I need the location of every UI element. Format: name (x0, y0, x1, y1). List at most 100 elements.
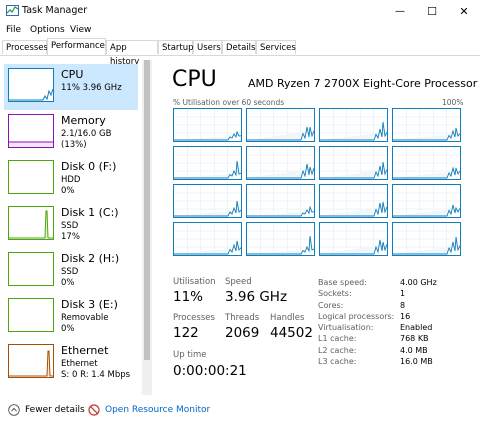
resource-monitor-label: Open Resource Monitor (105, 405, 211, 415)
spec-label: Sockets: (318, 289, 352, 299)
handles-label: Handles (270, 313, 305, 323)
disk-thumbnail-graph (8, 298, 54, 332)
core-graph (392, 108, 461, 142)
minimize-button[interactable]: — (384, 0, 416, 22)
page-title: CPU (172, 67, 217, 92)
footer-bar: Fewer details Open Resource Monitor (0, 398, 480, 426)
window-title: Task Manager (22, 5, 88, 16)
open-resource-monitor-link[interactable]: Open Resource Monitor (88, 404, 210, 416)
tab-users[interactable]: Users (193, 40, 222, 54)
sidebar-item-title: CPU (61, 68, 84, 81)
title-bar: Task Manager — ☐ ✕ (0, 0, 480, 22)
sidebar-item-disk-0[interactable]: Disk 0 (F:) HDD 0% (4, 156, 138, 202)
spec-label: Cores: (318, 300, 344, 310)
threads-label: Threads (225, 313, 260, 323)
spec-value: 1 (400, 289, 406, 299)
tab-bar: Processes Performance App history Startu… (0, 38, 480, 67)
memory-thumbnail-graph (8, 114, 54, 148)
fewer-details-button[interactable]: Fewer details (8, 404, 85, 416)
task-manager-icon (6, 5, 19, 16)
menu-file[interactable]: File (6, 25, 21, 35)
cpu-detail-panel: CPU AMD Ryzen 7 2700X Eight-Core Process… (158, 60, 480, 395)
uptime-label: Up time (173, 350, 207, 360)
sidebar-item-subtitle: Removable 0% (61, 313, 109, 334)
spec-labels: Base speed: Sockets: Cores: Logical proc… (318, 277, 394, 367)
spec-label: L1 cache: (318, 334, 357, 344)
core-graph (246, 222, 315, 256)
close-button[interactable]: ✕ (448, 0, 480, 22)
core-graph (246, 184, 315, 218)
sidebar-item-title: Disk 3 (E:) (61, 298, 118, 311)
tab-details[interactable]: Details (222, 40, 256, 54)
spec-value: 4.00 GHz (400, 278, 437, 287)
tab-startup[interactable]: Startup (158, 40, 194, 54)
utilisation-label: Utilisation (173, 277, 216, 287)
sidebar-item-ethernet[interactable]: Ethernet Ethernet S: 0 R: 1.4 Mbps (4, 340, 138, 386)
core-graph (392, 184, 461, 218)
ethernet-thumbnail-graph (8, 344, 54, 378)
spec-label: L2 cache: (318, 345, 357, 355)
menu-view[interactable]: View (70, 25, 91, 35)
menu-options[interactable]: Options (30, 25, 65, 35)
spec-value: 8 (400, 300, 406, 310)
spec-value: Enabled (400, 323, 433, 333)
spec-value: 4.0 MB (400, 345, 428, 355)
core-graph (392, 146, 461, 180)
spec-label: L3 cache: (318, 357, 357, 367)
disk-thumbnail-graph (8, 252, 54, 286)
core-graph (319, 184, 388, 218)
sidebar-item-title: Memory (61, 114, 106, 127)
resource-sidebar: CPU 11% 3.96 GHz Memory 2.1/16.0 GB (13%… (0, 60, 140, 395)
sidebar-item-subtitle: HDD 0% (61, 175, 81, 196)
sidebar-item-title: Ethernet (61, 344, 109, 357)
spec-value: 16 (400, 311, 411, 321)
sidebar-item-cpu[interactable]: CPU 11% 3.96 GHz (4, 64, 138, 110)
sidebar-item-disk-2[interactable]: Disk 2 (H:) SSD 0% (4, 248, 138, 294)
handles-value: 44502 (270, 325, 313, 341)
sidebar-item-subtitle: SSD 17% (61, 221, 80, 242)
speed-label: Speed (225, 277, 252, 287)
scrollbar-thumb[interactable] (144, 60, 150, 360)
core-graph (319, 108, 388, 142)
core-graph (319, 146, 388, 180)
sidebar-scrollbar[interactable] (142, 60, 152, 395)
threads-value: 2069 (225, 325, 260, 341)
resource-monitor-icon (88, 404, 100, 416)
processes-label: Processes (173, 313, 215, 323)
core-graph (392, 222, 461, 256)
sidebar-item-title: Disk 0 (F:) (61, 160, 117, 173)
tab-app-history[interactable]: App history (106, 40, 158, 67)
core-graph (246, 108, 315, 142)
spec-value: 16.0 MB (400, 357, 433, 367)
disk-thumbnail-graph (8, 160, 54, 194)
sidebar-item-title: Disk 1 (C:) (61, 206, 119, 219)
core-graph (173, 184, 242, 218)
graph-max-label: 100% (442, 98, 464, 107)
sidebar-item-memory[interactable]: Memory 2.1/16.0 GB (13%) (4, 110, 138, 156)
sidebar-item-subtitle: SSD 0% (61, 267, 79, 288)
sidebar-item-disk-1[interactable]: Disk 1 (C:) SSD 17% (4, 202, 138, 248)
sidebar-item-subtitle: 11% 3.96 GHz (61, 83, 122, 93)
sidebar-item-subtitle: Ethernet S: 0 R: 1.4 Mbps (61, 359, 131, 380)
core-graph (173, 108, 242, 142)
processor-model: AMD Ryzen 7 2700X Eight-Core Processor (248, 77, 478, 90)
core-graph (246, 146, 315, 180)
tab-performance[interactable]: Performance (47, 38, 106, 55)
spec-label: Logical processors: (318, 311, 395, 321)
sidebar-item-disk-3[interactable]: Disk 3 (E:) Removable 0% (4, 294, 138, 340)
spec-label: Base speed: (318, 278, 367, 287)
tab-processes[interactable]: Processes (2, 40, 48, 54)
core-graph (173, 222, 242, 256)
sidebar-item-subtitle: 2.1/16.0 GB (13%) (61, 129, 112, 150)
maximize-button[interactable]: ☐ (416, 0, 448, 22)
cpu-thumbnail-graph (8, 68, 54, 102)
chevron-up-icon (8, 404, 20, 416)
fewer-details-label: Fewer details (25, 405, 85, 415)
core-graph (173, 146, 242, 180)
spec-value: 768 KB (400, 334, 429, 344)
tab-services[interactable]: Services (256, 40, 296, 54)
spec-label: Virtualisation: (318, 323, 374, 333)
sidebar-item-title: Disk 2 (H:) (61, 252, 120, 265)
spec-values: 4.00 GHz 1 8 16 Enabled 768 KB 4.0 MB 16… (400, 277, 437, 367)
speed-value: 3.96 GHz (225, 289, 288, 305)
